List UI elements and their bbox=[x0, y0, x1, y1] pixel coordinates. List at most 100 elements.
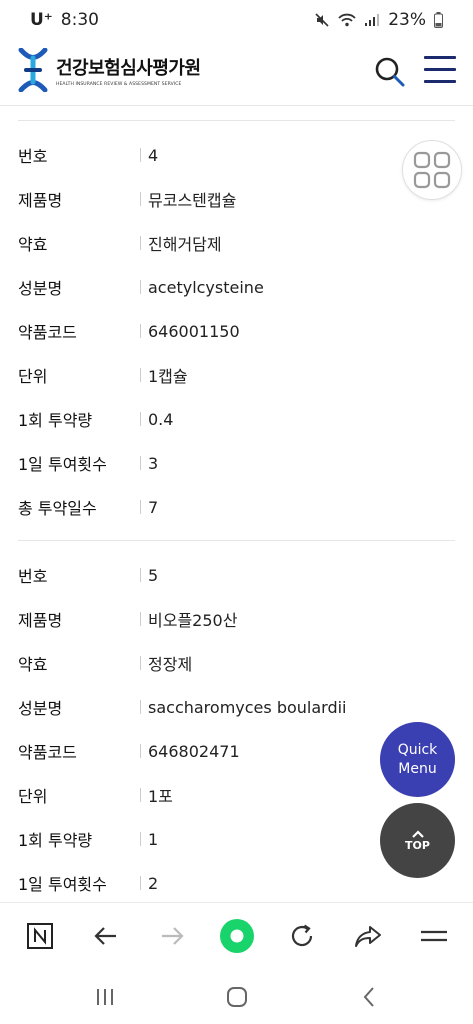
field-separator bbox=[140, 568, 141, 582]
field-value: 7 bbox=[148, 497, 159, 517]
chevron-up-icon bbox=[411, 829, 424, 838]
field-separator bbox=[140, 148, 141, 162]
field-label: 단위 bbox=[18, 787, 48, 806]
arrow-left-icon bbox=[94, 927, 116, 945]
field-value: 1포 bbox=[148, 787, 173, 806]
record-row: 단위 1캡슐 bbox=[0, 353, 473, 397]
home-button[interactable] bbox=[222, 982, 252, 1012]
field-label: 제품명 bbox=[18, 611, 63, 630]
status-bar: U⁺ 8:30 23% bbox=[0, 0, 473, 40]
field-separator bbox=[140, 500, 141, 514]
quick-menu-button[interactable]: Quick Menu bbox=[380, 722, 455, 797]
field-separator bbox=[140, 412, 141, 426]
recent-apps-icon bbox=[97, 989, 113, 1005]
green-dot-icon bbox=[220, 919, 254, 953]
refresh-button[interactable] bbox=[283, 917, 321, 955]
hamburger-menu-button[interactable] bbox=[424, 56, 456, 88]
field-label: 1일 투여횟수 bbox=[18, 875, 107, 894]
field-separator bbox=[140, 612, 141, 626]
field-label: 약효 bbox=[18, 235, 48, 254]
divider bbox=[18, 540, 455, 541]
field-value: 646802471 bbox=[148, 741, 240, 761]
field-value: 뮤코스텐캡슐 bbox=[148, 191, 237, 210]
hamburger-line bbox=[424, 68, 456, 71]
grid-icon bbox=[413, 151, 451, 189]
menu-icon bbox=[421, 930, 447, 942]
arrow-right-icon bbox=[162, 927, 184, 945]
field-separator bbox=[140, 324, 141, 338]
field-label: 총 투약일수 bbox=[18, 499, 97, 518]
battery-icon bbox=[434, 12, 443, 28]
hamburger-line bbox=[424, 80, 456, 83]
field-value: 5 bbox=[148, 565, 159, 585]
share-icon bbox=[355, 926, 381, 947]
field-separator bbox=[140, 456, 141, 470]
browser-menu-button[interactable] bbox=[415, 917, 453, 955]
field-value: 646001150 bbox=[148, 321, 240, 341]
field-value: 3 bbox=[148, 453, 159, 473]
carrier-label: U⁺ bbox=[30, 10, 53, 30]
field-value: 1캡슐 bbox=[148, 367, 188, 386]
system-back-button[interactable] bbox=[354, 982, 384, 1012]
hamburger-menu-icon bbox=[424, 56, 456, 59]
field-separator bbox=[140, 700, 141, 714]
field-label: 약효 bbox=[18, 655, 48, 674]
quick-menu-label-line1: Quick bbox=[397, 741, 438, 758]
record-row: 총 투약일수 7 bbox=[0, 485, 473, 529]
back-button[interactable] bbox=[87, 917, 125, 955]
field-separator bbox=[140, 656, 141, 670]
field-separator bbox=[140, 788, 141, 802]
field-separator bbox=[140, 876, 141, 890]
browser-toolbar bbox=[0, 902, 473, 968]
field-separator bbox=[140, 744, 141, 758]
logo-subtitle: HEALTH INSURANCE REVIEW & ASSESSMENT SER… bbox=[56, 81, 182, 87]
field-value: 진해거담제 bbox=[148, 235, 222, 254]
status-time: 8:30 bbox=[60, 10, 99, 30]
field-label: 1일 투여횟수 bbox=[18, 455, 107, 474]
field-value: 1 bbox=[148, 829, 159, 849]
scroll-top-label: TOP bbox=[405, 838, 430, 852]
field-value: 비오플250산 bbox=[148, 611, 238, 630]
grid-menu-button[interactable] bbox=[402, 140, 462, 200]
record-row: 약효 진해거담제 bbox=[0, 221, 473, 265]
record-row: 번호 5 bbox=[0, 553, 473, 597]
home-icon bbox=[227, 987, 247, 1007]
field-label: 약품코드 bbox=[18, 743, 77, 762]
system-navigation-bar bbox=[0, 968, 473, 1024]
field-label: 성분명 bbox=[18, 279, 63, 298]
field-separator bbox=[140, 368, 141, 382]
field-label: 1회 투약량 bbox=[18, 411, 93, 430]
mute-icon bbox=[315, 13, 329, 27]
field-value: saccharomyces boulardii bbox=[148, 697, 347, 717]
field-separator bbox=[140, 280, 141, 294]
forward-button[interactable] bbox=[153, 917, 191, 955]
share-button[interactable] bbox=[349, 917, 387, 955]
naver-n-icon bbox=[27, 923, 53, 949]
record-row: 성분명 acetylcysteine bbox=[0, 265, 473, 309]
record-row: 제품명 뮤코스텐캡슐 bbox=[0, 177, 473, 221]
quick-menu-label-line2: Menu bbox=[398, 760, 437, 777]
recent-apps-button[interactable] bbox=[90, 982, 120, 1012]
search-button[interactable] bbox=[372, 54, 408, 90]
field-separator bbox=[140, 236, 141, 250]
green-dot-button[interactable] bbox=[218, 917, 256, 955]
field-separator bbox=[140, 832, 141, 846]
signal-icon bbox=[365, 14, 380, 26]
refresh-icon bbox=[291, 924, 313, 947]
record-row: 1일 투여횟수 3 bbox=[0, 441, 473, 485]
wifi-icon bbox=[338, 13, 356, 27]
record-row: 1회 투약량 0.4 bbox=[0, 397, 473, 441]
record-row: 약품코드 646001150 bbox=[0, 309, 473, 353]
app-header: 건강보험심사평가원 HEALTH INSURANCE REVIEW & ASSE… bbox=[0, 40, 473, 106]
record-row: 제품명 비오플250산 bbox=[0, 597, 473, 641]
field-value: 정장제 bbox=[148, 655, 193, 674]
field-label: 제품명 bbox=[18, 191, 63, 210]
field-label: 약품코드 bbox=[18, 323, 77, 342]
field-separator bbox=[140, 192, 141, 206]
logo-title: 건강보험심사평가원 bbox=[56, 57, 201, 79]
field-value: 0.4 bbox=[148, 409, 174, 429]
hira-logo[interactable]: 건강보험심사평가원 HEALTH INSURANCE REVIEW & ASSE… bbox=[18, 48, 201, 92]
scroll-top-button[interactable]: TOP bbox=[380, 803, 455, 878]
divider bbox=[18, 120, 455, 121]
naver-home-button[interactable] bbox=[21, 917, 59, 955]
